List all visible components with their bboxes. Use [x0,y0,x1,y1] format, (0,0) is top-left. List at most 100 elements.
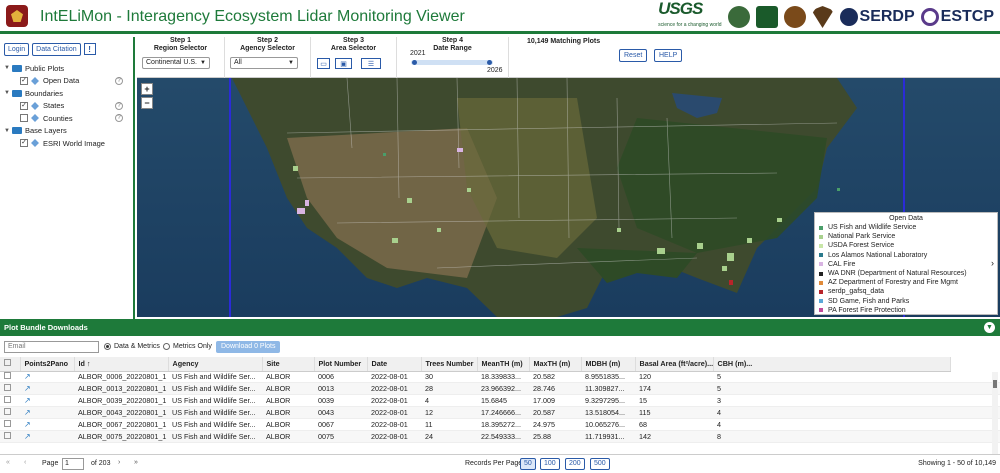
col-header[interactable]: MDBH (m) [581,357,636,372]
plot-marker [657,248,665,254]
rpp-200-button[interactable]: 200 [565,458,585,470]
tree-layer-states[interactable]: ✓ States ? [4,100,133,113]
prev-page-icon[interactable]: ‹ [24,459,26,466]
points2pano-cell[interactable]: ↗ [20,406,74,420]
chevron-right-icon[interactable]: › [991,258,994,268]
help-icon[interactable]: ? [115,114,123,123]
col-header[interactable]: Site [262,357,315,372]
table-row[interactable]: ↗ ALBOR_0039_20220801_1 US Fish and Wildli… [0,394,1000,408]
tree-layer-counties[interactable]: Counties ? [4,112,133,125]
last-page-icon[interactable]: » [134,459,138,466]
tree-folder-boundaries[interactable]: ▼ Boundaries [4,87,133,100]
page-input[interactable]: 1 [62,458,84,470]
points2pano-cell[interactable]: ↗ [20,371,74,384]
table-row[interactable]: ↗ ALBOR_0013_20220801_1 US Fish and Wildli… [0,382,1000,396]
table-row[interactable]: ↗ ALBOR_0006_20220801_1 US Fish and Wildli… [0,371,1000,384]
points2pano-cell[interactable]: ↗ [20,382,74,396]
help-icon[interactable]: ? [115,76,123,85]
tree-layer-esri-world-image[interactable]: ✓ ESRI World Image [4,137,133,150]
external-link-icon[interactable]: ↗ [24,420,31,429]
table-cell: 0043 [314,406,367,420]
collapse-icon[interactable]: ▼ [4,128,12,134]
col-header[interactable]: CBH (m)... [713,357,951,372]
row-checkbox[interactable] [4,372,11,380]
rpp-50-button[interactable]: 50 [520,458,536,470]
table-scrollbar[interactable] [992,372,998,454]
layer-checkbox[interactable]: ✓ [20,101,28,110]
chevron-down-icon[interactable]: ▼ [984,322,995,333]
table-row[interactable]: ↗ ALBOR_0043_20220801_1 US Fish and Wildli… [0,406,1000,420]
rpp-500-button[interactable]: 500 [590,458,610,470]
table-row[interactable]: ↗ ALBOR_0067_20220801_1 US Fish and Wildli… [0,418,1000,431]
external-link-icon[interactable]: ↗ [24,408,31,417]
row-select-cell[interactable] [0,418,20,431]
collapse-icon[interactable]: ▼ [4,65,12,71]
zoom-out-button[interactable]: − [141,97,153,109]
points2pano-cell[interactable]: ↗ [20,394,74,408]
col-header[interactable]: Plot Number [314,357,368,372]
row-select-cell[interactable] [0,382,20,396]
draw-rectangle-icon[interactable]: ▭ [317,58,330,69]
col-header[interactable]: MeanTH (m) [477,357,530,372]
points2pano-cell[interactable]: ↗ [20,430,74,443]
col-header[interactable]: MaxTH (m) [529,357,582,372]
row-select-cell[interactable] [0,406,20,420]
row-select-cell[interactable] [0,394,20,408]
col-header[interactable]: Points2Pano [20,357,75,372]
col-header[interactable]: Date [367,357,422,372]
external-link-icon[interactable]: ↗ [24,432,31,441]
layer-checkbox[interactable] [20,114,28,123]
login-button[interactable]: Login [4,43,30,56]
row-checkbox[interactable] [4,384,11,392]
help-icon[interactable]: ? [115,101,123,110]
help-button[interactable]: HELP [654,49,683,62]
layer-checkbox[interactable]: ✓ [20,76,28,85]
first-page-icon[interactable]: « [6,459,10,466]
col-header[interactable]: Agency [168,357,263,372]
select-all-checkbox[interactable] [4,359,11,367]
external-link-icon[interactable]: ↗ [24,384,31,393]
warning-icon[interactable]: ! [83,43,96,55]
row-checkbox[interactable] [4,408,11,416]
radio-icon[interactable] [163,343,170,350]
data-metrics-radio[interactable]: Data & Metrics [104,343,160,350]
shape-select-icon[interactable]: ▣ [335,58,352,69]
radio-selected-icon[interactable] [104,343,111,350]
layer-checkbox[interactable]: ✓ [20,139,28,148]
list-select-icon[interactable]: ☰ [361,58,381,69]
external-link-icon[interactable]: ↗ [24,372,31,381]
row-select-cell[interactable] [0,371,20,384]
slider-handle-start[interactable] [412,60,417,65]
email-input[interactable]: Email [4,341,99,353]
points2pano-cell[interactable]: ↗ [20,418,74,431]
agency-select[interactable]: All ▼ [230,57,298,69]
row-checkbox[interactable] [4,420,11,427]
table-cell: ALBOR [262,430,314,443]
zoom-in-button[interactable]: + [141,83,153,95]
col-header[interactable]: Id ↑ [74,357,169,372]
download-plots-button[interactable]: Download 0 Plots [216,341,281,353]
col-header[interactable]: Trees Number [421,357,478,372]
table-row[interactable]: ↗ ALBOR_0075_20220801_1 US Fish and Wildli… [0,430,1000,443]
metrics-only-radio[interactable]: Metrics Only [163,343,212,350]
collapse-icon[interactable]: ▼ [4,90,12,96]
next-page-icon[interactable]: › [118,459,120,466]
row-select-cell[interactable] [0,430,20,443]
data-citation-button[interactable]: Data Citation [32,43,81,56]
rpp-100-button[interactable]: 100 [540,458,560,470]
row-checkbox[interactable] [4,431,11,439]
reset-button[interactable]: Reset [619,49,648,62]
region-select[interactable]: Continental U.S. ▼ [142,57,210,69]
tree-folder-public-plots[interactable]: ▼ Public Plots [4,62,133,75]
bundle-downloads-bar[interactable]: Plot Bundle Downloads ▼ [0,319,1000,336]
external-link-icon[interactable]: ↗ [24,396,31,405]
select-all-header[interactable] [0,357,21,372]
col-header[interactable]: Basal Area (ft²/acre)... [635,357,714,372]
row-checkbox[interactable] [4,396,11,404]
date-range-slider[interactable] [411,60,493,65]
tree-folder-base-layers[interactable]: ▼ Base Layers [4,125,133,138]
slider-handle-end[interactable] [487,60,492,65]
tree-layer-open-data[interactable]: ✓ Open Data ? [4,75,133,88]
plot-marker [297,208,305,214]
scrollbar-thumb[interactable] [993,380,997,388]
